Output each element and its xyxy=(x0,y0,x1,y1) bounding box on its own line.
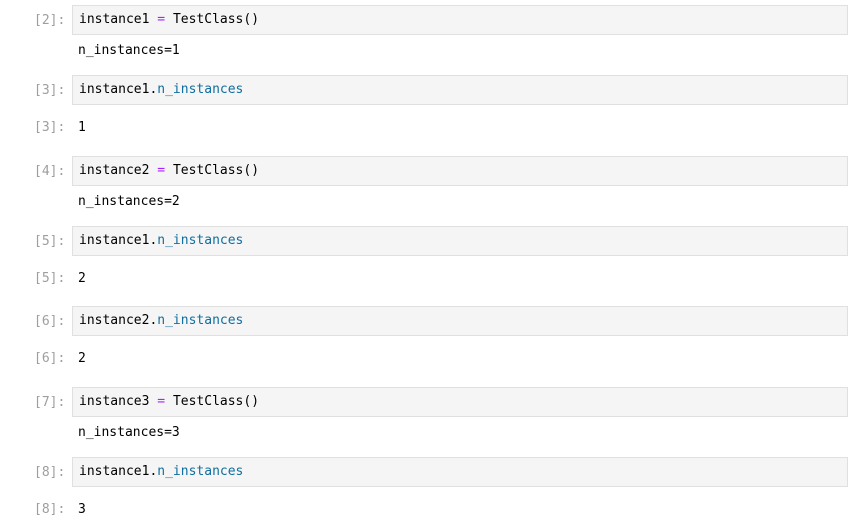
code-text: instance3 = TestClass() xyxy=(79,394,260,409)
stdout-text: n_instances=3 xyxy=(78,425,180,440)
stdout-text: n_instances=2 xyxy=(78,194,180,209)
code-text: instance1 = TestClass() xyxy=(79,12,260,27)
code-input[interactable]: instance1 = TestClass() xyxy=(72,5,848,35)
code-input[interactable]: instance1.n_instances xyxy=(72,75,848,105)
code-input[interactable]: instance2.n_instances xyxy=(72,306,848,336)
input-prompt: [4]: xyxy=(34,164,66,179)
stdout-text: n_instances=1 xyxy=(78,43,180,58)
input-prompt: [6]: xyxy=(34,314,66,329)
output-prompt: [3]: xyxy=(34,120,66,135)
notebook: [2]: instance1 = TestClass() n_instances… xyxy=(0,0,861,525)
code-text: instance1.n_instances xyxy=(79,82,244,97)
result-text: 2 xyxy=(78,351,86,366)
code-input[interactable]: instance1.n_instances xyxy=(72,457,848,487)
code-text: instance2.n_instances xyxy=(79,313,244,328)
result-text: 2 xyxy=(78,271,86,286)
code-input[interactable]: instance1.n_instances xyxy=(72,226,848,256)
input-prompt: [2]: xyxy=(34,13,66,28)
input-prompt: [7]: xyxy=(34,395,66,410)
input-prompt: [3]: xyxy=(34,83,66,98)
output-prompt: [5]: xyxy=(34,271,66,286)
result-text: 3 xyxy=(78,502,86,517)
output-prompt: [8]: xyxy=(34,502,66,517)
code-text: instance1.n_instances xyxy=(79,464,244,479)
code-text: instance2 = TestClass() xyxy=(79,163,260,178)
output-prompt: [6]: xyxy=(34,351,66,366)
code-input[interactable]: instance2 = TestClass() xyxy=(72,156,848,186)
input-prompt: [8]: xyxy=(34,465,66,480)
result-text: 1 xyxy=(78,120,86,135)
input-prompt: [5]: xyxy=(34,234,66,249)
code-text: instance1.n_instances xyxy=(79,233,244,248)
code-input[interactable]: instance3 = TestClass() xyxy=(72,387,848,417)
